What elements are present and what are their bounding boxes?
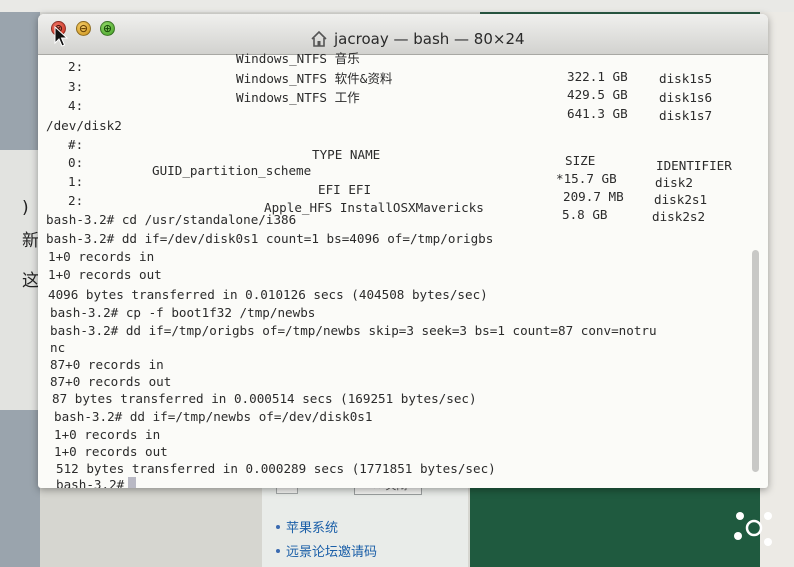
partition-identifier: disk1s7 xyxy=(659,108,713,123)
partition-number: 1: xyxy=(68,174,84,189)
terminal-line: 1+0 records in xyxy=(54,427,161,442)
terminal-line: bash-3.2# cd /usr/standalone/i386 xyxy=(46,212,297,227)
mouse-cursor-icon xyxy=(54,26,69,47)
table-header-size: SIZE xyxy=(565,153,596,168)
minimize-icon: ⊖ xyxy=(78,22,89,35)
window-title: jacroay — bash — 80×24 xyxy=(334,30,525,48)
partition-identifier: disk1s5 xyxy=(659,71,713,86)
terminal-line: bash-3.2# dd if=/tmp/origbs of=/tmp/newb… xyxy=(50,323,657,338)
partition-size: *15.7 GB xyxy=(556,171,617,186)
partition-type: EFI EFI xyxy=(318,182,372,197)
title-bar[interactable]: ⊗ ⊖ ⊕ jacroay — bash — 80×24 xyxy=(38,14,768,55)
background-text-char: 这 xyxy=(22,271,39,291)
background-text-char: 新 xyxy=(22,231,39,251)
bullet-icon xyxy=(276,525,280,529)
watermark-logo-icon xyxy=(734,512,772,546)
partition-identifier: disk1s6 xyxy=(659,90,713,105)
partition-size: 429.5 GB xyxy=(567,87,628,102)
background-link[interactable]: 远景论坛邀请码 xyxy=(286,541,377,560)
partition-type: Windows_NTFS 工作 xyxy=(236,90,360,105)
home-icon xyxy=(311,30,327,47)
terminal-line: bash-3.2# dd if=/dev/disk0s1 count=1 bs=… xyxy=(46,231,494,246)
partition-number: 2: xyxy=(68,193,84,208)
terminal-line: 1+0 records in xyxy=(48,249,155,264)
terminal-line: 1+0 records out xyxy=(54,444,168,459)
minimize-window-button[interactable]: ⊖ xyxy=(76,21,91,36)
terminal-output[interactable]: 2: Windows_NTFS 音乐 3: Windows_NTFS 软件&资料… xyxy=(38,51,750,488)
partition-size: 641.3 GB xyxy=(567,106,628,121)
photo-frame-top xyxy=(0,0,794,12)
partition-identifier: disk2s1 xyxy=(654,192,708,207)
background-text-char: ) xyxy=(22,198,29,218)
partition-size: 5.8 GB xyxy=(562,207,608,222)
table-header-number: #: xyxy=(68,137,84,152)
partition-size: 209.7 MB xyxy=(563,189,624,204)
terminal-line: 87 bytes transferred in 0.000514 secs (1… xyxy=(52,391,477,406)
partition-type: GUID_partition_scheme xyxy=(152,163,312,178)
zoom-icon: ⊕ xyxy=(102,22,113,35)
terminal-line: bash-3.2# cp -f boot1f32 /tmp/newbs xyxy=(50,305,316,320)
vertical-scrollbar[interactable] xyxy=(752,250,759,472)
terminal-line: 4096 bytes transferred in 0.010126 secs … xyxy=(48,287,488,302)
text-cursor xyxy=(128,477,137,488)
zoom-window-button[interactable]: ⊕ xyxy=(100,21,115,36)
desktop-wallpaper xyxy=(470,484,760,567)
background-link[interactable]: 苹果系统 xyxy=(286,517,338,536)
terminal-line: nc xyxy=(50,340,66,355)
terminal-line: 512 bytes transferred in 0.000289 secs (… xyxy=(56,461,496,476)
terminal-window: ⊗ ⊖ ⊕ jacroay — bash — 80×24 2: Windows_… xyxy=(38,14,768,488)
bullet-icon xyxy=(276,549,280,553)
terminal-line: bash-3.2# dd if=/tmp/newbs of=/dev/disk0… xyxy=(54,409,373,424)
partition-type: Apple_HFS InstallOSXMavericks xyxy=(264,200,484,215)
window-title-group: jacroay — bash — 80×24 xyxy=(310,28,525,50)
partition-type: Windows_NTFS 软件&资料 xyxy=(236,71,393,86)
terminal-line: 87+0 records out xyxy=(50,374,172,389)
partition-number: 3: xyxy=(68,79,84,94)
disk-header: /dev/disk2 xyxy=(46,118,122,133)
terminal-line: 1+0 records out xyxy=(48,267,162,282)
prompt-line[interactable]: bash-3.2# xyxy=(56,477,137,488)
partition-identifier: disk2s2 xyxy=(652,209,706,224)
shell-prompt: bash-3.2# xyxy=(56,477,125,488)
terminal-line: 87+0 records in xyxy=(50,357,164,372)
table-header-identifier: IDENTIFIER xyxy=(656,158,732,173)
partition-type: Windows_NTFS 音乐 xyxy=(236,51,360,66)
partition-identifier: disk2 xyxy=(655,175,693,190)
partition-size: 322.1 GB xyxy=(567,69,628,84)
partition-number: 4: xyxy=(68,98,84,113)
partition-number: 0: xyxy=(68,155,84,170)
partition-number: 2: xyxy=(68,59,84,74)
table-header-type: TYPE NAME xyxy=(312,147,381,162)
